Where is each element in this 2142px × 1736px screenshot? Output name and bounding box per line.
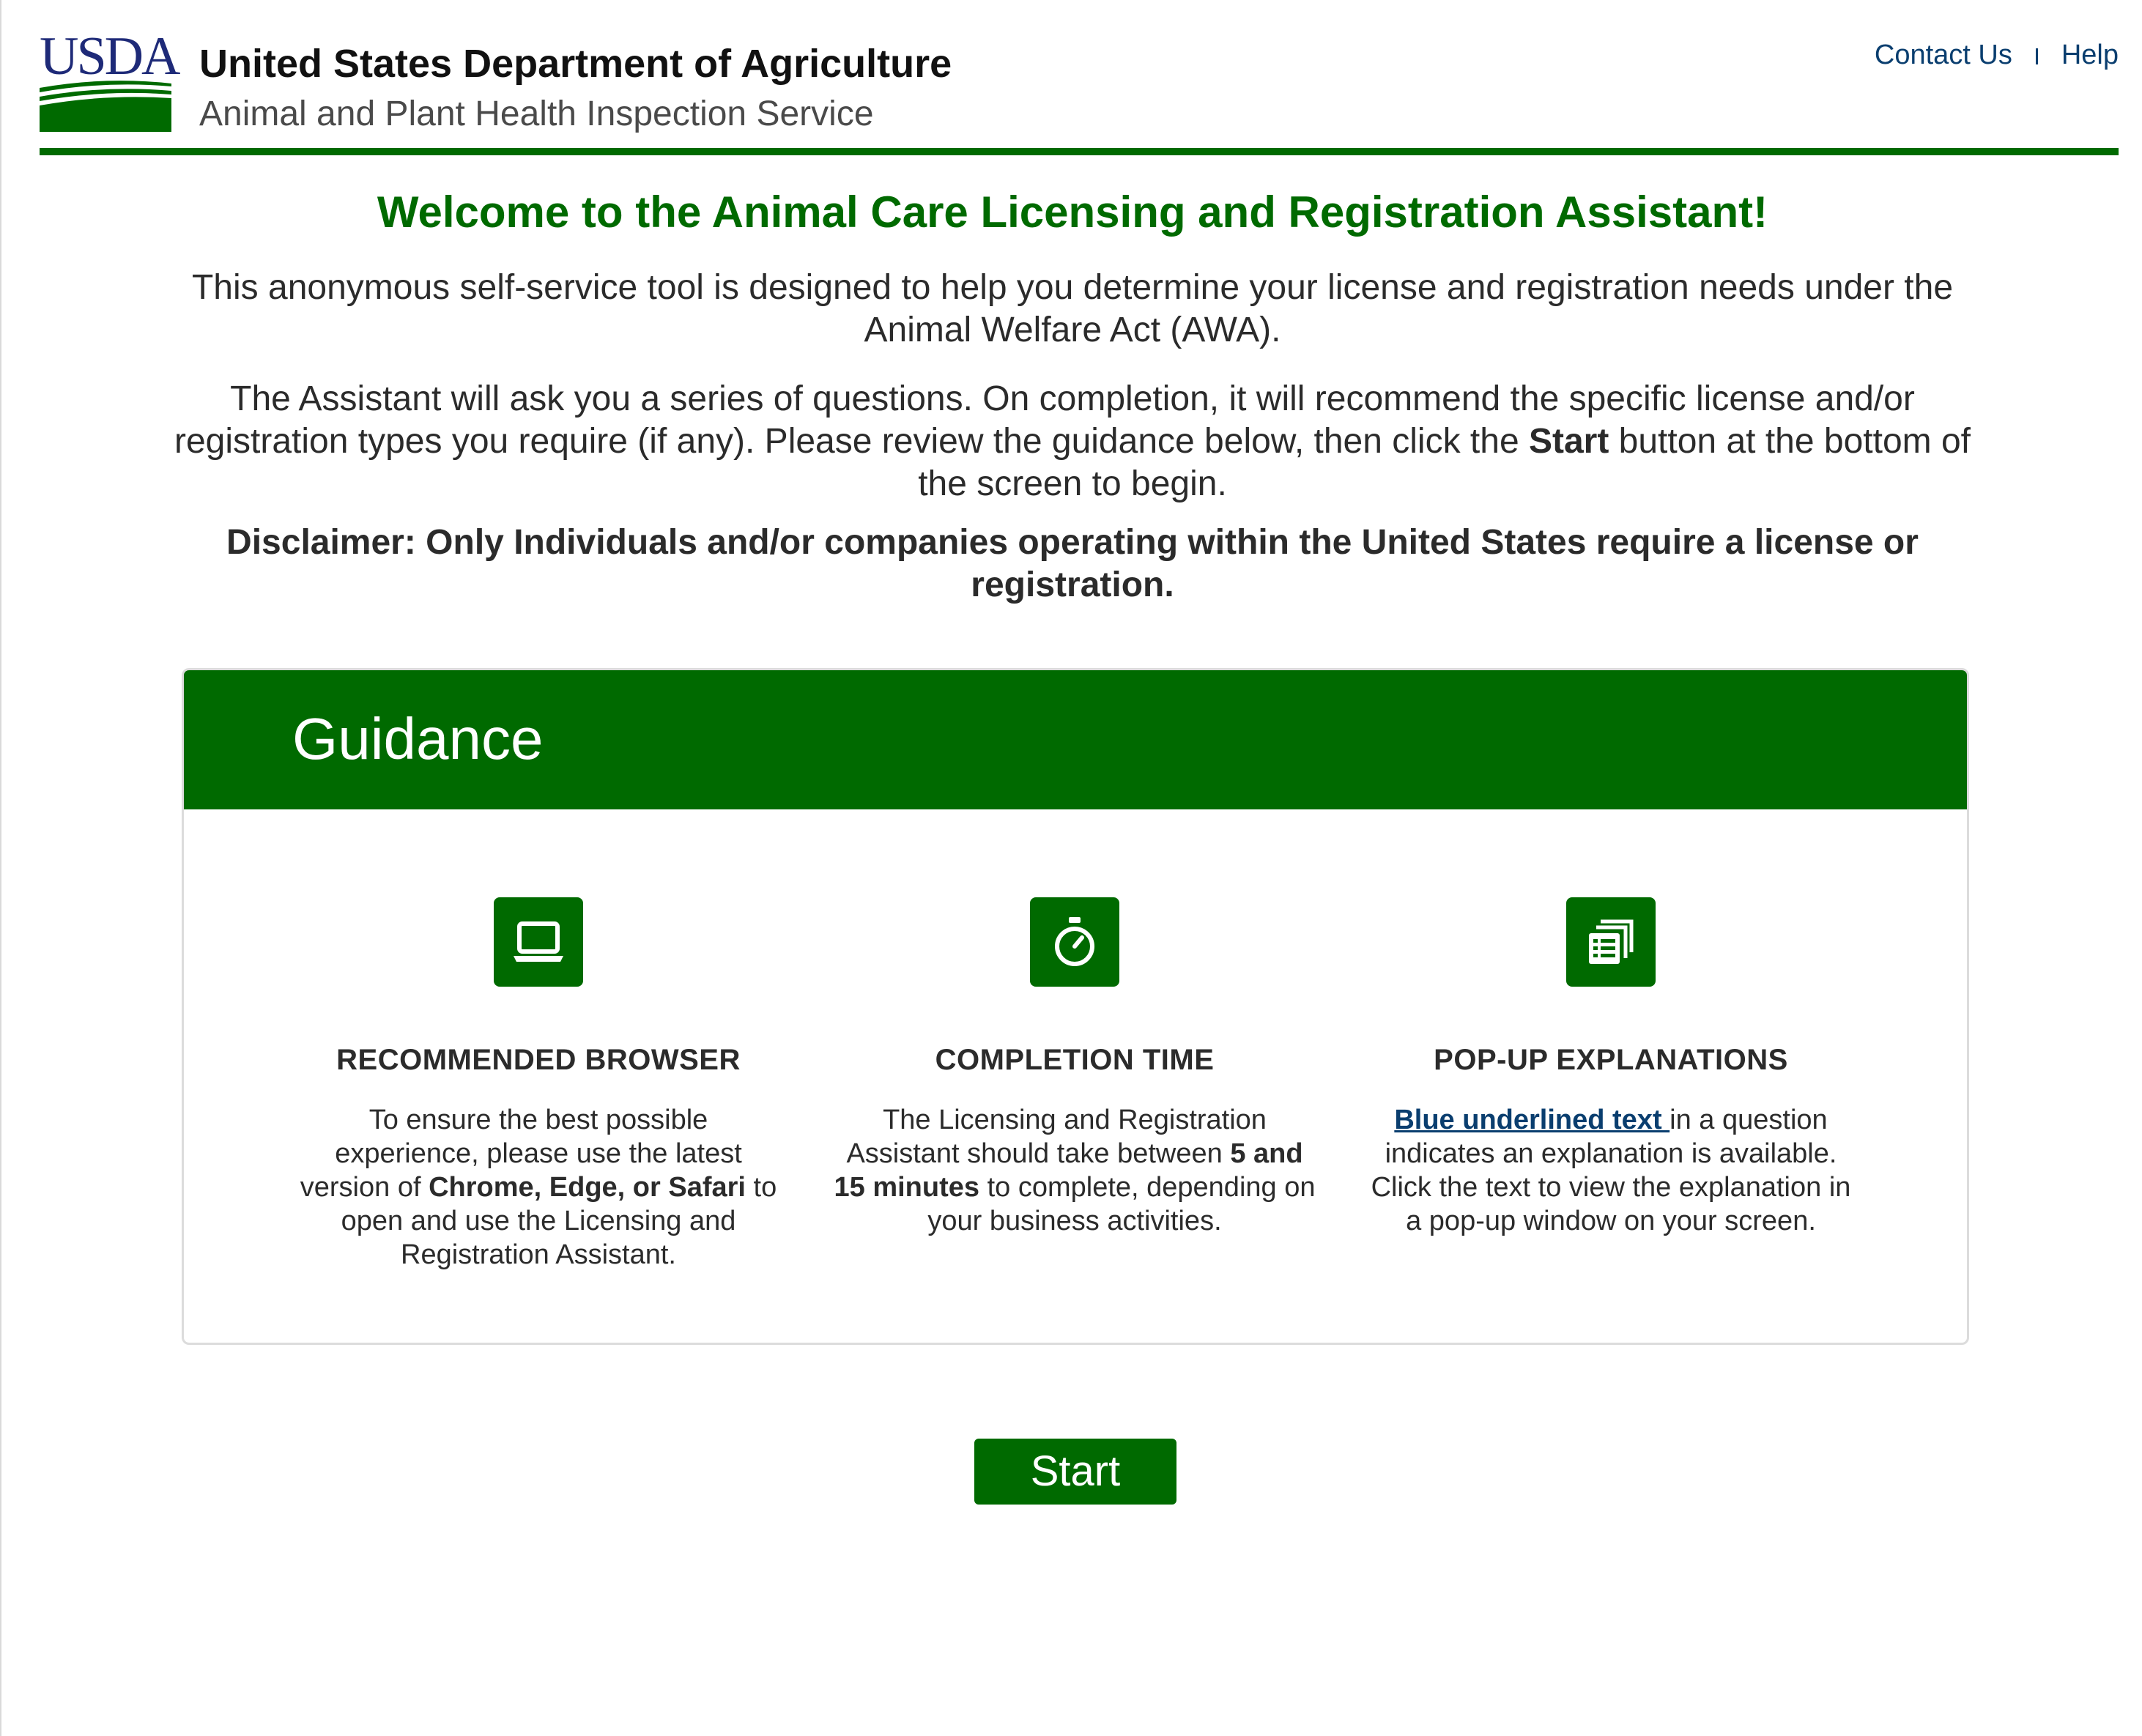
guidance-item-text: Blue underlined text in a question indic… (1369, 1103, 1853, 1238)
help-link[interactable]: Help (2061, 40, 2119, 70)
contact-us-link[interactable]: Contact Us (1875, 40, 2012, 70)
disclaimer: Disclaimer: Only Individuals and/or comp… (226, 523, 1919, 604)
instructions-start-bold: Start (1528, 422, 1609, 461)
intro-paragraph: This anonymous self-service tool is desi… (191, 268, 1954, 349)
guidance-header: Guidance (184, 670, 1967, 809)
browser-names-bold: Chrome, Edge, or Safari (429, 1172, 746, 1203)
guidance-item-title: POP-UP EXPLANATIONS (1434, 1044, 1788, 1076)
instructions-paragraph: The Assistant will ask you a series of q… (148, 378, 1997, 505)
time-text-start: The Licensing and Registration Assistant… (846, 1105, 1267, 1169)
guidance-item-title: RECOMMENDED BROWSER (336, 1044, 741, 1076)
laptop-icon (494, 897, 583, 987)
document-list-icon (1566, 897, 1656, 987)
welcome-heading: Welcome to the Animal Care Licensing and… (377, 188, 1768, 237)
page: USDA United States Department of Agricul… (0, 0, 2142, 1736)
stopwatch-icon (1030, 897, 1119, 987)
guidance-item-browser: RECOMMENDED BROWSER To ensure the best p… (282, 897, 795, 1272)
guidance-item-title: COMPLETION TIME (935, 1044, 1215, 1076)
start-button[interactable]: Start (974, 1439, 1176, 1505)
guidance-title: Guidance (292, 706, 544, 771)
time-text-end: to complete, depending on your business … (927, 1172, 1316, 1236)
agency-name: United States Department of Agriculture (199, 42, 952, 86)
guidance-card: Guidance RECOMMENDED BROWSER To ensure t… (182, 668, 1969, 1345)
guidance-item-popups: POP-UP EXPLANATIONS Blue underlined text… (1354, 897, 1867, 1238)
header-links: Contact Us Help (1875, 40, 2119, 71)
guidance-item-text: The Licensing and Registration Assistant… (833, 1103, 1316, 1238)
logo-text: USDA (40, 26, 180, 86)
site-header: USDA United States Department of Agricul… (40, 0, 2119, 155)
link-separator (2035, 48, 2038, 64)
guidance-item-text: To ensure the best possible experience, … (297, 1103, 780, 1272)
guidance-item-completion-time: COMPLETION TIME The Licensing and Regist… (818, 897, 1331, 1238)
logo-fields-icon (40, 81, 171, 132)
sample-explanation-link[interactable]: Blue underlined text (1394, 1105, 1670, 1135)
subagency-name: Animal and Plant Health Inspection Servi… (199, 94, 874, 133)
usda-logo[interactable]: USDA (40, 29, 180, 132)
